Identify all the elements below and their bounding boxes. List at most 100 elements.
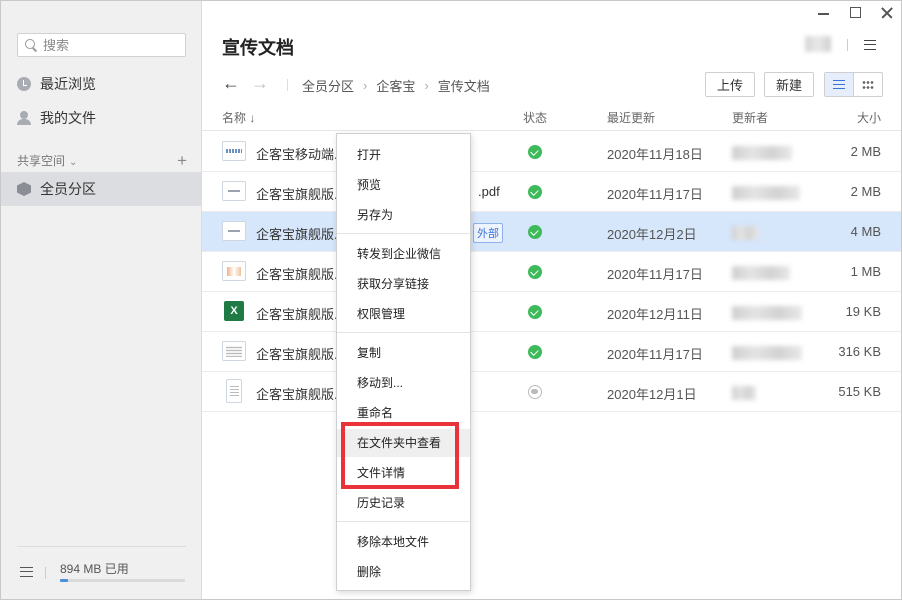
sidebar: 最近浏览 我的文件 共享空间⌄ + 全员分区 894 MB 已用 (1, 1, 202, 599)
file-size: 515 KB (838, 384, 881, 399)
external-badge: 外部 (473, 223, 503, 243)
gray-file-icon (222, 341, 246, 361)
list-view-icon (832, 80, 845, 89)
color-file-icon (222, 261, 246, 281)
file-name: 企客宝移动端... (256, 147, 345, 162)
back-arrow-icon[interactable]: ← (222, 73, 240, 94)
synced-status-icon (528, 305, 542, 319)
breadcrumb-item[interactable]: 企客宝 (376, 76, 415, 95)
menu-icon[interactable] (20, 567, 33, 577)
file-row[interactable]: 企客宝移动端... 2020年11月18日 2 MB (202, 132, 901, 172)
synced-status-icon (528, 145, 542, 159)
cloud-status-icon (528, 385, 542, 399)
menu-divider (337, 332, 470, 333)
nav-my-files-label: 我的文件 (40, 110, 96, 126)
updater-redacted (732, 306, 802, 320)
column-updated[interactable]: 最近更新 (607, 109, 655, 126)
file-row[interactable]: 企客宝旗舰版... 2020年12月1日 515 KB (202, 372, 901, 412)
file-name: 企客宝旗舰版... (256, 307, 345, 322)
shared-space-header[interactable]: 共享空间 ⌄ + (17, 151, 187, 169)
search-icon (24, 38, 38, 52)
file-name: 企客宝旗舰版... (256, 267, 345, 282)
nav-recent[interactable]: 最近浏览 (1, 67, 201, 101)
synced-status-icon (528, 345, 542, 359)
updater-redacted (732, 346, 802, 360)
breadcrumb-separator-icon: › (424, 78, 429, 93)
menu-divider (337, 233, 470, 234)
nav-all-staff-label: 全员分区 (40, 181, 96, 197)
file-row[interactable]: 企客宝旗舰版... 2020年11月17日 1 MB (202, 252, 901, 292)
synced-status-icon (528, 265, 542, 279)
file-size: 4 MB (850, 224, 881, 239)
doc-file-icon (222, 221, 246, 241)
add-space-icon[interactable]: + (177, 152, 187, 169)
menu-item-history[interactable]: 历史记录 (337, 489, 470, 517)
toolbar: ← → 全员分区 › 企客宝 › 宣传文档 上传 新建 (202, 71, 901, 99)
maximize-icon[interactable] (850, 7, 861, 18)
upload-button[interactable]: 上传 (705, 72, 755, 97)
menu-item-save-as[interactable]: 另存为 (337, 201, 470, 229)
chevron-down-icon[interactable]: ⌄ (69, 157, 77, 168)
menu-item-delete[interactable]: 删除 (337, 558, 470, 586)
minimize-icon[interactable] (818, 7, 830, 19)
breadcrumb-current: 宣传文档 (437, 79, 490, 94)
file-row-selected[interactable]: 企客宝旗舰版... 外部 2020年12月2日 4 MB (202, 212, 901, 252)
file-list-header: 名称 ↓ 状态 最近更新 更新者 大小 (202, 101, 901, 131)
updater-redacted (732, 266, 790, 280)
storage-usage-text: 894 MB 已用 (60, 562, 129, 576)
header-divider (847, 39, 848, 51)
menu-item-share-link[interactable]: 获取分享链接 (337, 270, 470, 298)
file-name: 企客宝旗舰版... (256, 227, 345, 242)
toolbar-divider (287, 79, 288, 91)
clock-icon (17, 77, 31, 91)
column-name[interactable]: 名称 ↓ (222, 109, 255, 126)
file-size: 19 KB (845, 304, 881, 319)
column-status[interactable]: 状态 (523, 109, 547, 126)
menu-item-remove-local[interactable]: 移除本地文件 (337, 528, 470, 556)
menu-item-file-details[interactable]: 文件详情 (337, 459, 470, 487)
menu-divider (337, 521, 470, 522)
menu-item-show-in-folder[interactable]: 在文件夹中查看 (337, 429, 470, 457)
nav-my-files[interactable]: 我的文件 (1, 101, 201, 135)
close-icon[interactable] (881, 7, 893, 19)
page-title: 宣传文档 (222, 38, 294, 58)
app-window: 最近浏览 我的文件 共享空间⌄ + 全员分区 894 MB 已用 宣传文档 (0, 0, 902, 600)
storage-usage-bar (60, 579, 185, 582)
menu-item-copy[interactable]: 复制 (337, 339, 470, 367)
grid-view-icon (861, 79, 874, 90)
menu-item-move-to[interactable]: 移动到... (337, 369, 470, 397)
search-box[interactable] (17, 33, 186, 57)
file-updated: 2020年12月2日 (607, 227, 697, 242)
hamburger-menu-icon[interactable] (864, 40, 876, 50)
column-size[interactable]: 大小 (857, 109, 881, 126)
forward-arrow-icon[interactable]: → (251, 73, 269, 94)
view-toggle (824, 72, 883, 97)
image-file-icon (222, 141, 246, 161)
file-name: 企客宝旗舰版... (256, 347, 345, 362)
nav-all-staff[interactable]: 全员分区 (1, 172, 201, 206)
file-updated: 2020年11月17日 (607, 187, 703, 202)
file-row[interactable]: 企客宝旗舰版... .pdf 2020年11月17日 2 MB (202, 172, 901, 212)
menu-item-permissions[interactable]: 权限管理 (337, 300, 470, 328)
context-menu: 打开 预览 另存为 转发到企业微信 获取分享链接 权限管理 复制 移动到... … (336, 133, 471, 591)
synced-status-icon (528, 225, 542, 239)
excel-file-icon: X (224, 301, 244, 321)
column-updater[interactable]: 更新者 (732, 109, 768, 126)
menu-item-rename[interactable]: 重命名 (337, 399, 470, 427)
main-panel: 宣传文档 ← → 全员分区 › 企客宝 › 宣传文档 上传 新建 名称 ↓ 状态… (202, 1, 901, 599)
shared-space-label: 共享空间 (17, 153, 66, 168)
updater-redacted (732, 386, 756, 400)
grid-view-button[interactable] (854, 73, 882, 96)
list-view-button[interactable] (825, 73, 854, 96)
menu-item-open[interactable]: 打开 (337, 141, 470, 169)
file-row[interactable]: 企客宝旗舰版... 2020年11月17日 316 KB (202, 332, 901, 372)
avatar[interactable] (805, 36, 831, 52)
breadcrumb-item[interactable]: 全员分区 (302, 76, 354, 95)
new-button[interactable]: 新建 (764, 72, 814, 97)
sidebar-footer-divider (17, 546, 186, 547)
menu-item-preview[interactable]: 预览 (337, 171, 470, 199)
window-controls (818, 7, 893, 19)
search-input[interactable] (43, 37, 173, 53)
menu-item-forward-wecom[interactable]: 转发到企业微信 (337, 240, 470, 268)
file-row[interactable]: X 企客宝旗舰版... 2020年12月11日 19 KB (202, 292, 901, 332)
